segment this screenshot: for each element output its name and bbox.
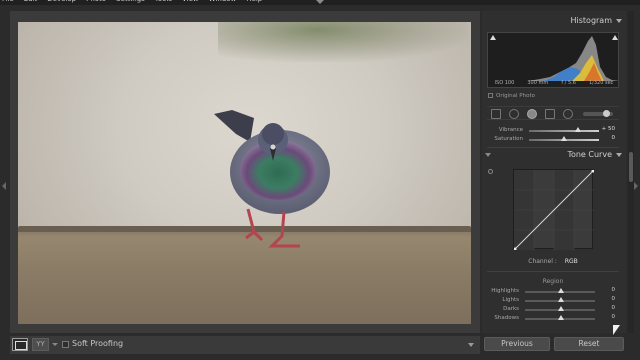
region-label: Region xyxy=(542,278,564,285)
crop-tool-icon[interactable] xyxy=(491,109,501,119)
channel-selector[interactable]: Channel : RGB xyxy=(487,258,619,265)
original-photo-toggle[interactable]: Original Photo xyxy=(488,93,535,99)
shadows-row: Shadows 0 xyxy=(487,314,619,323)
lights-slider-handle[interactable] xyxy=(558,297,564,302)
highlight-clipping-indicator[interactable] xyxy=(612,35,618,40)
left-panel-toggle-icon[interactable] xyxy=(2,182,6,190)
menu-item-develop[interactable]: Develop xyxy=(47,0,76,3)
before-after-button[interactable]: YY xyxy=(32,338,49,351)
graduated-filter-icon[interactable] xyxy=(545,109,555,119)
right-panel-scrollbar[interactable] xyxy=(628,11,634,333)
menu-item-window[interactable]: Window xyxy=(209,0,237,3)
vibrance-value[interactable]: + 50 xyxy=(602,126,615,132)
menu-item-photo[interactable]: Photo xyxy=(86,0,106,3)
channel-label: Channel : xyxy=(528,258,557,265)
focal-length-value: 300 mm xyxy=(527,80,549,86)
darks-label: Darks xyxy=(503,306,519,312)
menu-items: File Edit Develop Photo Settings Tools View Win… xyxy=(2,0,262,3)
exif-info: ISO 100 300 mm f / 5.6 1/320 sec xyxy=(488,80,618,86)
vibrance-row: Vibrance + 50 xyxy=(487,126,619,135)
menu-item-edit[interactable]: Edit xyxy=(24,0,38,3)
shutter-value: 1/320 sec xyxy=(589,80,614,86)
menu-bar: File Edit Develop Photo Settings Tools View Win… xyxy=(0,0,640,5)
vibrance-slider-handle[interactable] xyxy=(575,127,581,132)
mouse-cursor-icon xyxy=(613,325,620,335)
collapse-histogram-icon[interactable] xyxy=(616,19,622,23)
saturation-label: Saturation xyxy=(494,136,523,142)
adjustment-brush-slider[interactable] xyxy=(583,110,613,117)
saturation-slider-handle[interactable] xyxy=(561,136,567,141)
red-eye-tool-icon[interactable] xyxy=(527,109,537,119)
collapse-top-panel-icon[interactable] xyxy=(316,0,324,4)
menu-item-settings[interactable]: Settings xyxy=(116,0,145,3)
original-photo-checkbox[interactable] xyxy=(488,93,493,98)
original-photo-label: Original Photo xyxy=(496,93,535,99)
tone-curve-header[interactable]: Tone Curve xyxy=(482,148,626,162)
collapse-tone-curve-icon[interactable] xyxy=(616,153,622,157)
photo-pigeon xyxy=(18,22,471,324)
menu-item-tools[interactable]: Tools xyxy=(155,0,172,3)
tone-curve-plot xyxy=(514,170,594,250)
histogram-graph: ISO 100 300 mm f / 5.6 1/320 sec xyxy=(487,32,619,88)
shadows-label: Shadows xyxy=(494,315,519,321)
darks-row: Darks 0 xyxy=(487,305,619,314)
histogram-title: Histogram xyxy=(570,16,613,25)
lights-value[interactable]: 0 xyxy=(612,296,616,302)
lights-label: Lights xyxy=(502,297,519,303)
menu-item-help[interactable]: Help xyxy=(246,0,262,3)
highlights-slider-handle[interactable] xyxy=(558,288,564,293)
saturation-row: Saturation 0 xyxy=(487,135,619,144)
lights-row: Lights 0 xyxy=(487,296,619,305)
highlights-row: Highlights 0 xyxy=(487,287,619,296)
tone-curve-toggle-icon[interactable] xyxy=(485,153,491,157)
targeted-adjustment-icon[interactable] xyxy=(488,169,493,174)
image-viewer[interactable] xyxy=(10,11,480,333)
shadow-clipping-indicator[interactable] xyxy=(490,35,496,40)
radial-filter-icon[interactable] xyxy=(563,109,573,119)
darks-slider-handle[interactable] xyxy=(558,306,564,311)
highlights-label: Highlights xyxy=(491,288,519,294)
shadows-value[interactable]: 0 xyxy=(612,314,616,320)
highlights-value[interactable]: 0 xyxy=(612,287,616,293)
develop-right-panel: Histogram ISO 100 300 mm f / 5.6 1/320 s… xyxy=(482,11,626,333)
shadows-slider-handle[interactable] xyxy=(558,315,564,320)
soft-proofing-checkbox[interactable] xyxy=(62,341,69,348)
menu-item-file[interactable]: File xyxy=(2,0,14,3)
before-after-dropdown-icon[interactable] xyxy=(52,343,58,346)
soft-proofing-label: Soft Proofing xyxy=(72,339,124,348)
pigeon-illustration xyxy=(214,110,330,248)
channel-value[interactable]: RGB xyxy=(565,258,578,265)
right-panel-toggle-icon[interactable] xyxy=(634,182,638,190)
vibrance-label: Vibrance xyxy=(498,127,523,133)
image-toolbar: YY Soft Proofing xyxy=(10,336,480,354)
toolbar-menu-icon[interactable] xyxy=(468,343,474,347)
vibrance-slider[interactable] xyxy=(529,130,599,132)
histogram-header[interactable]: Histogram xyxy=(482,14,626,28)
scrollbar-thumb[interactable] xyxy=(629,152,633,182)
tool-strip xyxy=(487,106,619,120)
aperture-value: f / 5.6 xyxy=(561,80,576,86)
loupe-view-icon[interactable] xyxy=(12,338,28,351)
iso-value: ISO 100 xyxy=(494,80,515,86)
reset-button[interactable]: Reset xyxy=(554,337,624,351)
menu-item-view[interactable]: View xyxy=(182,0,199,3)
spot-removal-tool-icon[interactable] xyxy=(509,109,519,119)
tone-curve-graph[interactable] xyxy=(513,169,594,250)
saturation-value[interactable]: 0 xyxy=(612,135,616,141)
darks-value[interactable]: 0 xyxy=(612,305,616,311)
panel-separator xyxy=(487,271,619,272)
tone-curve-title: Tone Curve xyxy=(567,150,612,159)
previous-button[interactable]: Previous xyxy=(484,337,550,351)
